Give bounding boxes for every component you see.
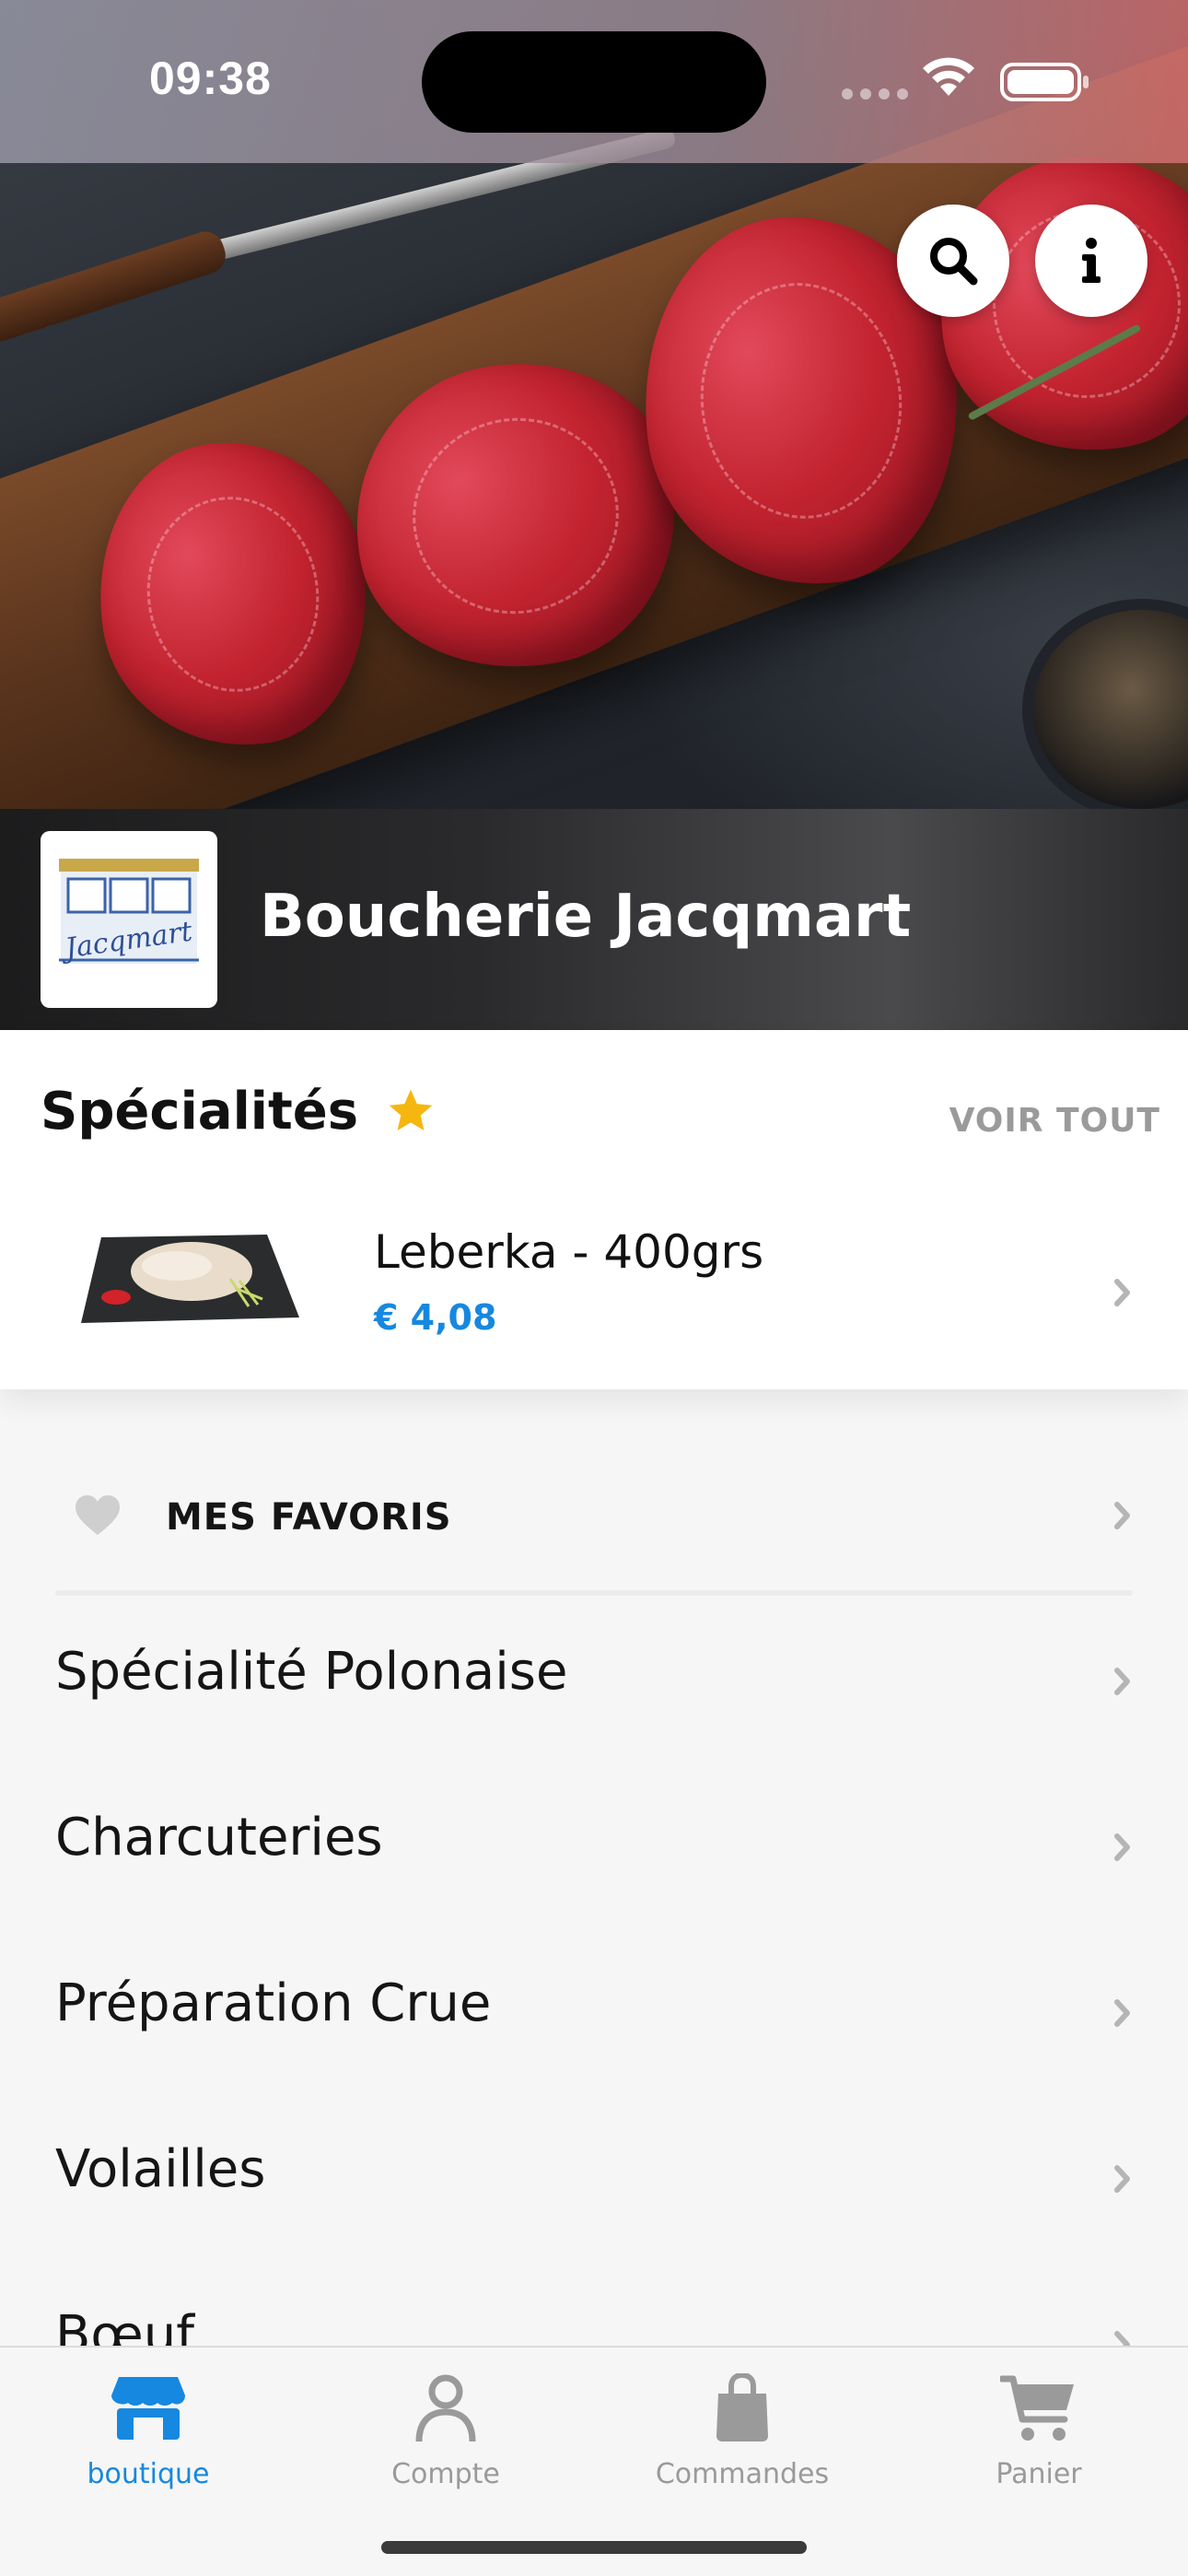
heart-icon — [74, 1494, 122, 1540]
divider — [55, 1590, 1133, 1596]
status-bar: 09:38 — [0, 0, 1188, 163]
category-item[interactable]: Préparation Crue — [0, 1931, 1188, 2097]
chevron-right-icon — [1112, 1666, 1133, 1701]
info-icon — [1082, 238, 1101, 283]
product-price: € 4,08 — [374, 1297, 497, 1338]
hero-banner: 09:38 — [0, 0, 1188, 809]
section-title: Spécialités — [41, 1082, 359, 1142]
store-header: Jacqmart Boucherie Jacqmart — [0, 809, 1188, 1030]
tab-label: Compte — [391, 2458, 500, 2490]
bag-icon — [632, 2364, 853, 2453]
cellular-signal-icon — [842, 88, 908, 100]
tab-panier[interactable]: Panier — [928, 2364, 1149, 2502]
tab-label: Panier — [996, 2458, 1082, 2490]
store-logo: Jacqmart — [41, 831, 217, 1008]
wifi-icon — [921, 55, 976, 101]
chevron-right-icon — [1112, 1500, 1133, 1535]
spice-bowl-image — [1022, 599, 1188, 809]
store-name: Boucherie Jacqmart — [260, 883, 912, 951]
category-item[interactable]: Charcuteries — [0, 1765, 1188, 1931]
tab-boutique[interactable]: boutique — [38, 2364, 259, 2502]
info-button[interactable] — [1035, 205, 1147, 317]
product-image — [74, 1214, 304, 1338]
tab-compte[interactable]: Compte — [335, 2364, 556, 2502]
tab-label: boutique — [87, 2458, 210, 2490]
product-item[interactable]: Leberka - 400grs € 4,08 — [0, 1214, 1188, 1371]
category-item[interactable]: Volailles — [0, 2097, 1188, 2263]
favorites-row[interactable]: MES FAVORIS — [0, 1434, 1188, 1599]
category-label: Préparation Crue — [55, 1973, 492, 2033]
status-time: 09:38 — [149, 53, 272, 104]
see-all-link[interactable]: VOIR TOUT — [949, 1102, 1160, 1140]
search-button[interactable] — [897, 205, 1009, 317]
battery-icon — [1000, 63, 1089, 101]
dynamic-island — [422, 31, 766, 133]
chevron-right-icon — [1112, 1277, 1133, 1312]
person-icon — [335, 2364, 556, 2453]
store-icon — [38, 2364, 259, 2453]
search-icon — [930, 238, 978, 286]
specialties-section: Spécialités VOIR TOUT Leberka - 400grs €… — [0, 1030, 1188, 1389]
star-icon — [385, 1085, 437, 1141]
category-item[interactable]: Spécialité Polonaise — [0, 1599, 1188, 1765]
category-label: Volailles — [55, 2139, 266, 2199]
category-label: Spécialité Polonaise — [55, 1642, 568, 1702]
chevron-right-icon — [1112, 1832, 1133, 1867]
home-indicator — [381, 2541, 807, 2554]
tab-commandes[interactable]: Commandes — [632, 2364, 853, 2502]
tab-label: Commandes — [655, 2458, 830, 2490]
cart-icon — [928, 2364, 1149, 2453]
fork-handle-image — [0, 227, 231, 350]
product-name: Leberka - 400grs — [374, 1225, 764, 1279]
category-label: Charcuteries — [55, 1808, 383, 1868]
favorites-label: MES FAVORIS — [166, 1496, 452, 1539]
chevron-right-icon — [1112, 1997, 1133, 2032]
chevron-right-icon — [1112, 2163, 1133, 2198]
